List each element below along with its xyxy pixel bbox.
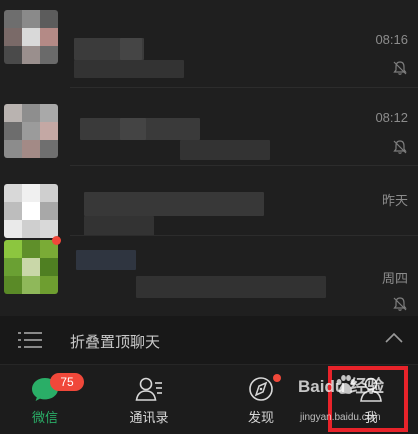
chat-row[interactable]: 08:16 [0,0,418,78]
contacts-icon [135,377,162,401]
tab-discover[interactable]: 发现 [216,365,306,434]
contact-name-pixelated [84,192,264,216]
chat-time: 昨天 [381,193,408,208]
compass-icon [249,377,273,401]
message-preview-pixelated [136,276,326,298]
tab-chats[interactable]: 75 微信 [0,365,90,434]
mute-bell-icon [393,61,407,75]
avatar[interactable] [4,10,58,64]
message-preview-pixelated [74,60,184,78]
unread-dot [52,236,61,245]
contact-name-pixelated [120,118,146,140]
tab-label: 发现 [247,410,274,425]
mute-bell-icon [393,297,407,311]
contact-name-pixelated [76,250,136,270]
fold-pinned-chats-bar[interactable]: 折叠置顶聊天 [0,316,418,364]
list-menu-icon [18,332,42,348]
tab-label: 通讯录 [129,410,169,425]
contact-name-pixelated [120,38,142,60]
avatar[interactable] [4,104,58,158]
chat-list: 08:16 08:12 昨天 周四 [0,0,418,316]
message-preview-pixelated [84,216,154,236]
unread-count-badge: 75 [50,373,84,391]
chat-row[interactable]: 08:12 [0,88,418,166]
highlight-annotation [328,366,408,432]
chat-time: 08:12 [375,110,408,125]
chat-time: 08:16 [375,32,408,47]
new-moments-dot [273,374,281,382]
tab-contacts[interactable]: 通讯录 [104,365,194,434]
tab-label: 微信 [31,410,58,425]
fold-pinned-chats-label: 折叠置顶聊天 [70,334,161,351]
chat-row[interactable]: 昨天 [0,166,418,244]
chat-row[interactable]: 周四 [0,236,418,316]
chat-time: 周四 [381,271,408,286]
chevron-up-icon[interactable] [384,331,404,345]
mute-bell-icon [393,140,407,154]
message-preview-pixelated [180,140,270,160]
avatar[interactable] [4,184,58,238]
avatar[interactable] [4,240,58,294]
